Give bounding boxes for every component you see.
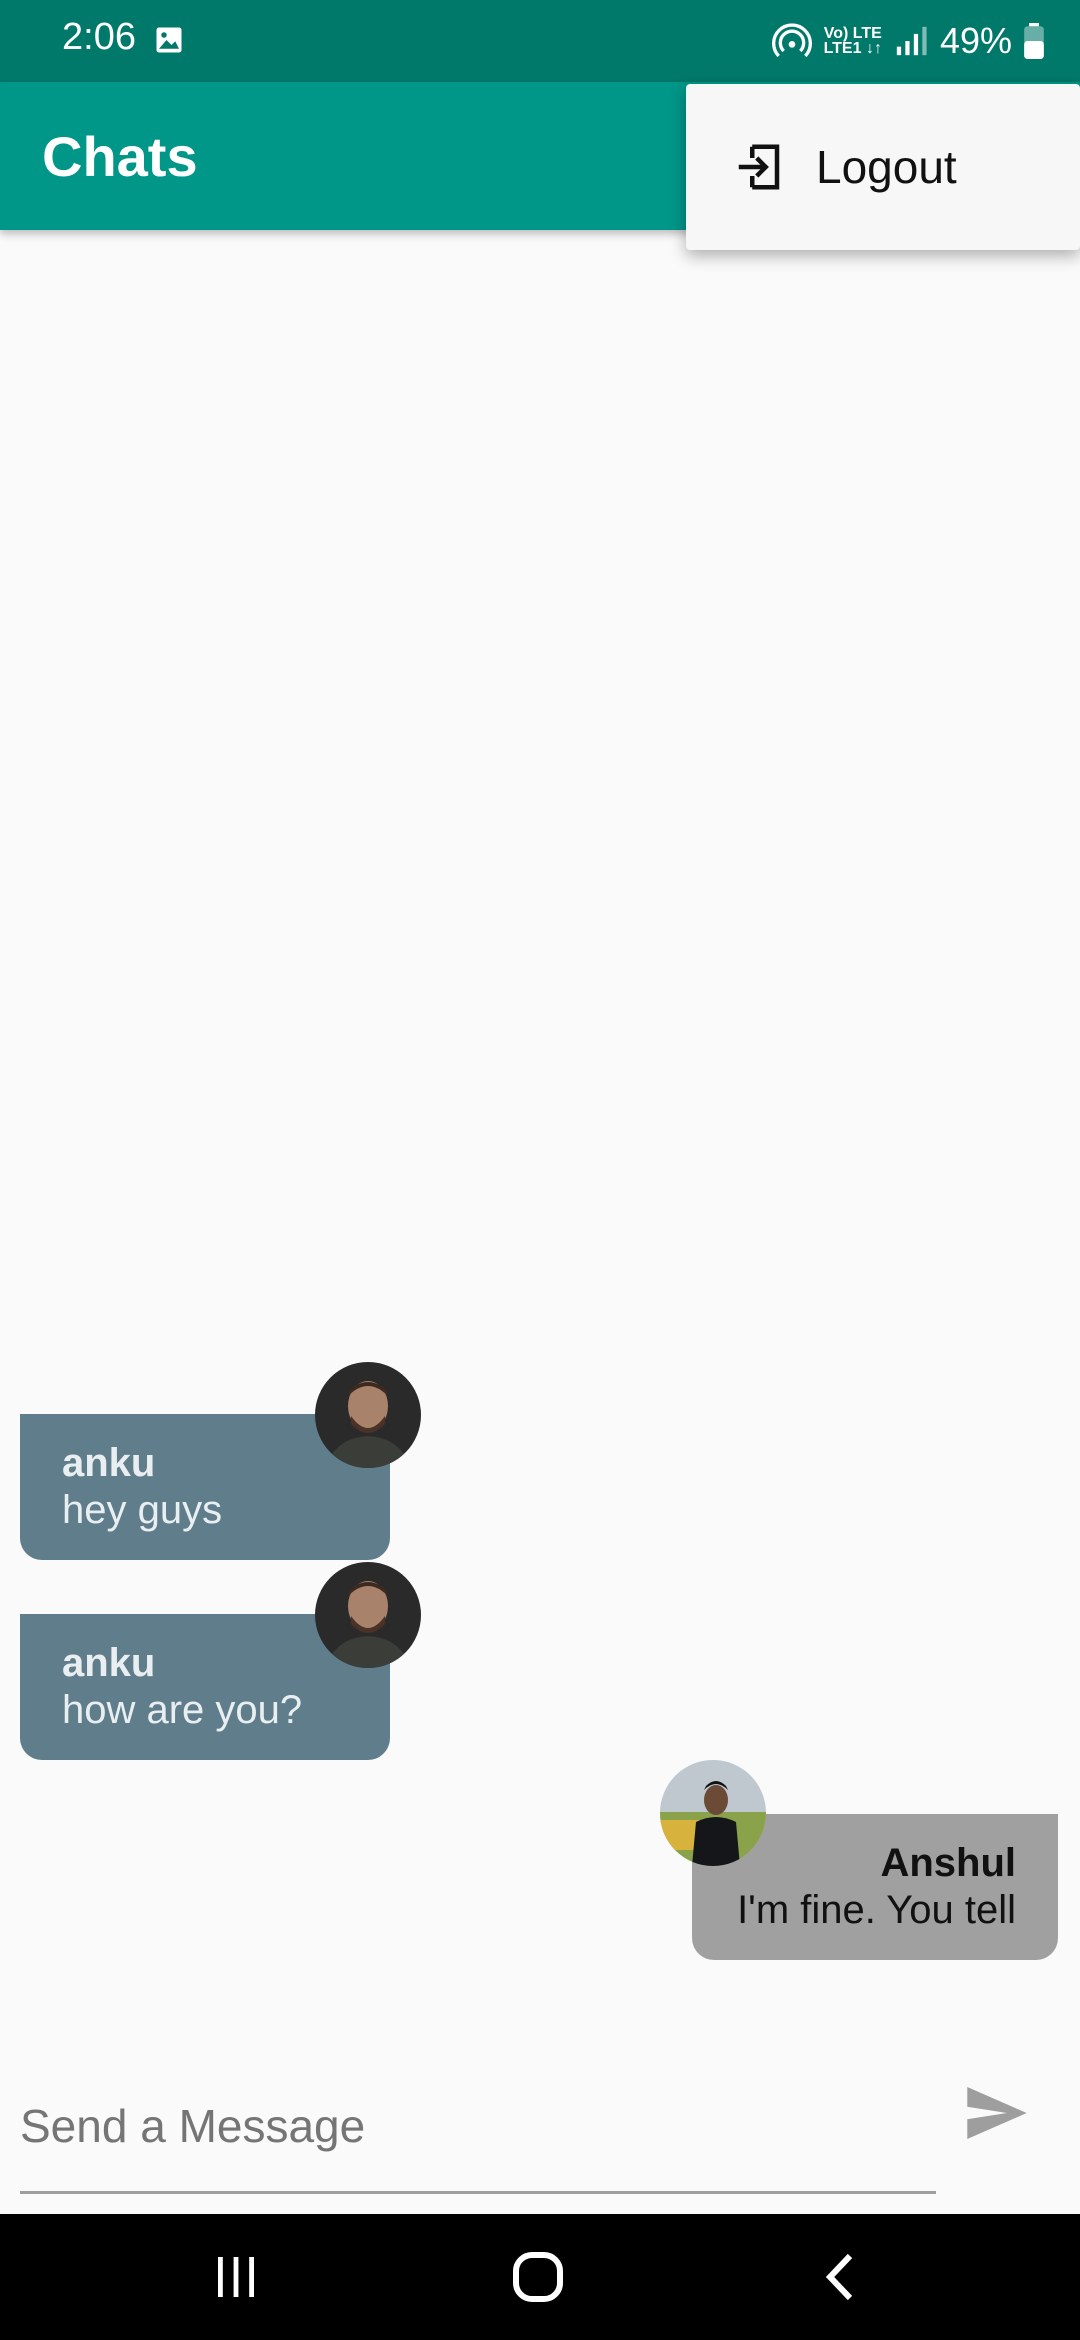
logout-icon [738,144,780,190]
message-input[interactable] [20,2060,936,2191]
message-text: how are you? [62,1688,303,1732]
back-button[interactable] [770,2214,910,2340]
back-icon [825,2253,853,2301]
message-text: hey guys [62,1488,223,1532]
recents-icon [218,2257,254,2297]
signal-icon [896,26,927,56]
send-icon [967,2087,1027,2139]
system-nav-bar [0,2214,1080,2340]
status-icons: Vo) LTE LTE1 ↓↑ 49% [771,16,1044,66]
network-type-label: Vo) LTE LTE1 ↓↑ [823,25,882,57]
recents-button[interactable] [166,2214,306,2340]
overflow-menu: Logout [686,84,1080,250]
hotspot-icon [771,23,812,58]
message-sender: anku [62,1641,156,1685]
battery-percent: 49% [939,20,1012,61]
avatar[interactable] [660,1760,766,1866]
battery-icon [1024,23,1044,59]
message-input-container [20,2060,936,2194]
message-text: I'm fine. You tell [737,1888,1016,1932]
avatar[interactable] [315,1362,421,1468]
menu-item-label: Logout [816,141,957,193]
image-notification-icon [156,27,182,53]
send-button[interactable] [962,2078,1032,2148]
status-time: 2:06 [62,16,136,58]
chat-message-list[interactable]: anku hey guys anku how are you? Anshul I… [0,230,1080,2020]
avatar[interactable] [315,1562,421,1668]
message-sender: anku [62,1441,156,1485]
message-sender: Anshul [880,1841,1016,1885]
status-bar: 2:06 Vo) LTE LTE1 ↓↑ 49% [0,0,1080,82]
home-icon [513,2252,563,2302]
page-title: Chats [42,125,198,188]
home-button[interactable] [468,2214,608,2340]
menu-item-logout[interactable]: Logout [686,84,1080,250]
